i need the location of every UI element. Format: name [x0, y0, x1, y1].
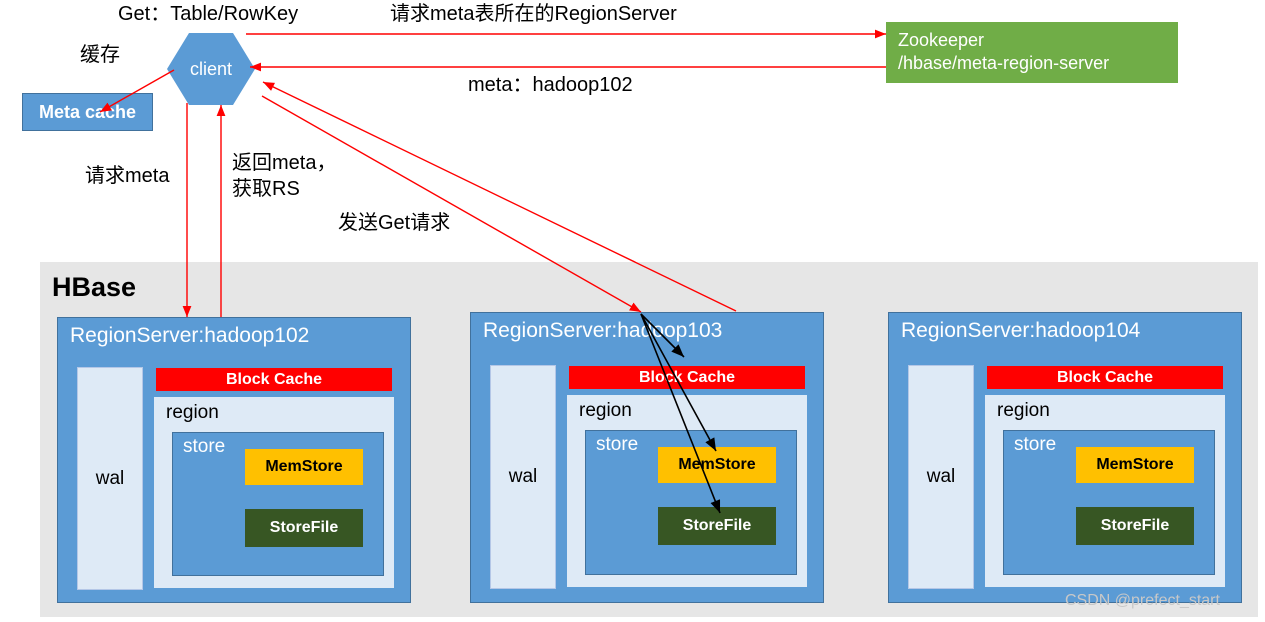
region-box: region store MemStore StoreFile — [154, 397, 394, 588]
block-cache-box: Block Cache — [987, 366, 1223, 389]
request-meta-regionserver-label: 请求meta表所在的RegionServer — [390, 3, 677, 25]
block-cache-label: Block Cache — [1056, 368, 1154, 386]
store-box: store MemStore StoreFile — [1003, 430, 1215, 575]
csdn-watermark: CSDN @prefect_start — [1065, 592, 1220, 609]
storefile-label: StoreFile — [1100, 517, 1170, 534]
storefile-label: StoreFile — [269, 519, 339, 536]
wal-box: wal — [490, 365, 556, 589]
storefile-box: StoreFile — [245, 509, 363, 547]
memstore-label: MemStore — [1096, 456, 1174, 473]
storefile-box: StoreFile — [658, 507, 776, 545]
memstore-label: MemStore — [678, 456, 756, 473]
region-server-hadoop104[interactable]: RegionServer:hadoop104 wal Block Cache r… — [888, 312, 1242, 603]
region-server-hadoop102[interactable]: RegionServer:hadoop102 wal Block Cache r… — [57, 317, 411, 603]
hbase-title: HBase — [52, 272, 137, 302]
wal-label: wal — [926, 466, 956, 487]
region-server-title: RegionServer:hadoop104 — [901, 319, 1141, 342]
request-meta-label: 请求meta — [85, 165, 170, 187]
store-box: store MemStore StoreFile — [585, 430, 797, 575]
meta-cache-label: Meta cache — [38, 101, 137, 122]
client-node[interactable]: client — [167, 33, 255, 105]
region-server-hadoop103[interactable]: RegionServer:hadoop103 wal Block Cache r… — [470, 312, 824, 603]
memstore-label: MemStore — [265, 458, 343, 475]
meta-hadoop-label: meta：hadoop102 — [468, 74, 633, 96]
send-get-label: 发送Get请求 — [338, 212, 451, 234]
memstore-box: MemStore — [658, 447, 776, 483]
wal-box: wal — [908, 365, 974, 589]
region-server-title: RegionServer:hadoop102 — [70, 324, 310, 347]
meta-cache-box[interactable]: Meta cache — [22, 93, 153, 131]
diagram-canvas: HBase RegionServer:hadoop102 wal Block C… — [0, 0, 1265, 622]
block-cache-label: Block Cache — [638, 368, 736, 386]
return-meta-label: 返回meta， 获取RS — [232, 152, 337, 200]
client-label: client — [189, 58, 233, 79]
block-cache-label: Block Cache — [225, 370, 323, 388]
store-label: store — [596, 434, 639, 455]
get-request-label: Get：Table/RowKey — [118, 3, 299, 25]
memstore-box: MemStore — [245, 449, 363, 485]
store-box: store MemStore StoreFile — [172, 432, 384, 576]
block-cache-box: Block Cache — [156, 368, 392, 391]
storefile-box: StoreFile — [1076, 507, 1194, 545]
region-box: region store MemStore StoreFile — [567, 395, 807, 587]
store-label: store — [1014, 434, 1057, 455]
region-server-title: RegionServer:hadoop103 — [483, 319, 723, 342]
region-label: region — [997, 400, 1050, 421]
wal-box: wal — [77, 367, 143, 590]
zookeeper-line1: Zookeeper — [898, 30, 985, 50]
storefile-label: StoreFile — [682, 517, 752, 534]
zookeeper-box[interactable]: Zookeeper /hbase/meta-region-server — [886, 22, 1178, 83]
cache-label: 缓存 — [80, 44, 120, 66]
memstore-box: MemStore — [1076, 447, 1194, 483]
region-label: region — [166, 402, 219, 423]
store-label: store — [183, 436, 226, 457]
zookeeper-line2: /hbase/meta-region-server — [898, 53, 1110, 73]
block-cache-box: Block Cache — [569, 366, 805, 389]
region-box: region store MemStore StoreFile — [985, 395, 1225, 587]
wal-label: wal — [95, 467, 125, 489]
region-label: region — [579, 400, 632, 421]
wal-label: wal — [508, 466, 538, 487]
